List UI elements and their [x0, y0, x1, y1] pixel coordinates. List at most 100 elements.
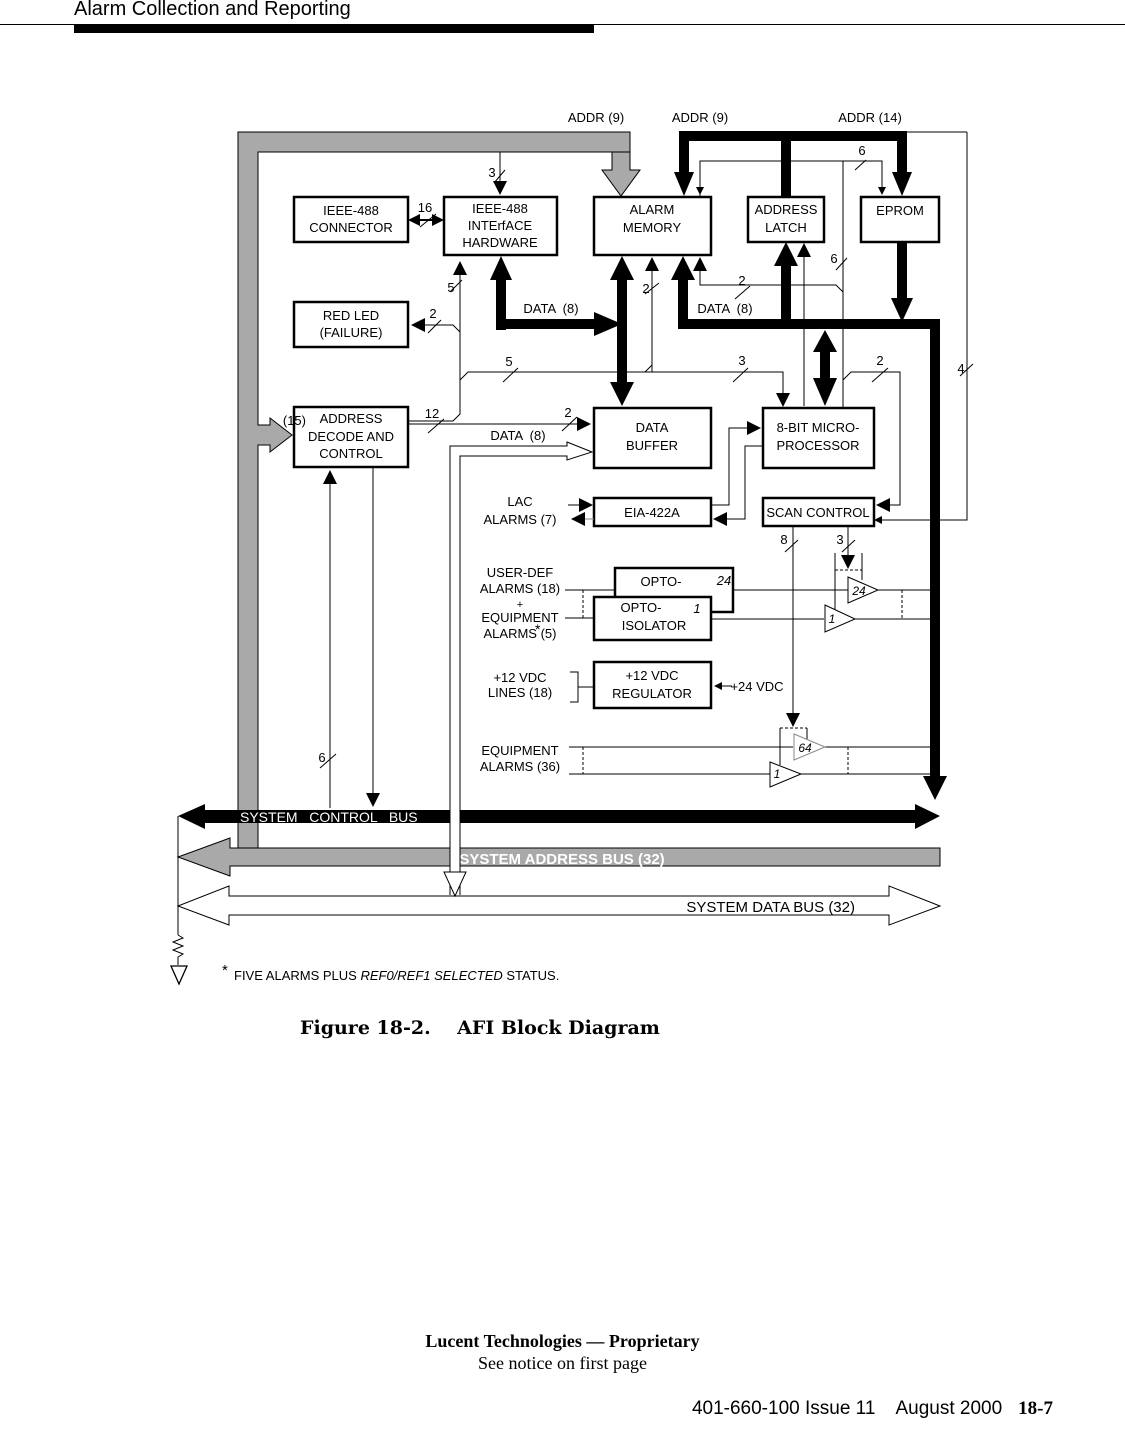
system-control-bus: SYSTEM CONTROL BUS	[178, 804, 940, 829]
footer-company: Lucent Technologies — Proprietary	[425, 1331, 700, 1351]
ground-resistor	[169, 816, 189, 986]
svg-text:8-BIT MICRO-: 8-BIT MICRO-	[777, 420, 860, 435]
svg-text:2: 2	[429, 306, 436, 321]
svg-text:EIA-422A: EIA-422A	[624, 505, 680, 520]
lines-18-label: LINES (18)	[488, 685, 552, 700]
page-number: 18-7	[1018, 1398, 1053, 1419]
svg-text:DATA (8): DATA (8)	[523, 301, 578, 316]
buffer-64: 64	[793, 733, 827, 761]
svg-text:DATA (8): DATA (8)	[490, 428, 545, 443]
user-def-alarms-label: ALARMS (18)	[480, 581, 560, 596]
svg-text:6: 6	[318, 750, 325, 765]
block-scan-control: SCAN CONTROL	[761, 496, 876, 528]
svg-text:2: 2	[738, 273, 745, 288]
footer-doc-info: 401-660-100 Issue 11 August 2000 18-7	[692, 1398, 1053, 1420]
svg-text:ADDRESS: ADDRESS	[755, 202, 818, 217]
ieee-connector-link: 16	[408, 200, 444, 228]
svg-text:2: 2	[876, 353, 883, 368]
system-data-bus: SYSTEM DATA BUS (32)	[176, 885, 942, 926]
equipment-alarms-5-label: ALARMS (5)	[484, 626, 557, 641]
decode-bus-wires: 6	[318, 467, 380, 808]
svg-text:24: 24	[851, 584, 866, 598]
svg-text:DATA: DATA	[636, 420, 669, 435]
svg-text:CONNECTOR: CONNECTOR	[309, 220, 393, 235]
block-ieee-interface: IEEE-488 INTErfACE HARDWARE	[442, 195, 559, 257]
svg-text:2: 2	[564, 405, 571, 420]
svg-text:OPTO-: OPTO-	[621, 600, 662, 615]
svg-text:24: 24	[716, 573, 731, 588]
svg-text:(FAILURE): (FAILURE)	[320, 325, 383, 340]
svg-text:OPTO-: OPTO-	[641, 574, 682, 589]
afi-block-diagram: SYSTEM ADDRESS BUS (32) SYSTEM CONTROL B…	[169, 110, 974, 986]
block-eia422a: EIA-422A	[592, 496, 713, 528]
data-bus-memory-buffer: 2	[610, 256, 660, 406]
system-control-bus-label: SYSTEM CONTROL BUS	[240, 809, 418, 825]
lac-alarms-label: ALARMS (7)	[484, 512, 557, 527]
addr9-label-a: ADDR (9)	[568, 110, 624, 125]
svg-text:EPROM: EPROM	[876, 203, 924, 218]
addr-bus-black	[674, 131, 912, 197]
svg-text:ALARM: ALARM	[630, 202, 675, 217]
processor-bus-link	[813, 330, 837, 406]
block-microprocessor: 8-BIT MICRO- PROCESSOR	[761, 406, 876, 470]
system-address-bus: SYSTEM ADDRESS BUS (32)	[176, 837, 941, 877]
svg-text:+12 VDC: +12 VDC	[625, 668, 678, 683]
block-alarm-memory: ALARM MEMORY	[592, 195, 713, 257]
svg-text:1: 1	[774, 767, 781, 781]
svg-text:FIVE ALARMS PLUS REF0/REF1 SEL: FIVE ALARMS PLUS REF0/REF1 SELECTED STAT…	[234, 968, 559, 983]
svg-text:DECODE AND: DECODE AND	[308, 429, 394, 444]
block-address-decode: ADDRESS DECODE AND CONTROL	[292, 405, 410, 469]
equipment-alarms-label: EQUIPMENT	[481, 743, 558, 758]
lac-label: LAC	[507, 494, 532, 509]
block-address-latch: ADDRESS LATCH	[746, 195, 826, 244]
bits-ieee-top: 3	[488, 165, 495, 180]
block-ieee-connector: IEEE-488 CONNECTOR	[292, 195, 410, 244]
doc-info: 401-660-100 Issue 11 August 2000	[691, 1398, 1003, 1419]
user-def-label: USER-DEF	[487, 565, 554, 580]
svg-text:1: 1	[693, 601, 700, 616]
svg-text:*: *	[222, 962, 228, 979]
addr9-label-b: ADDR (9)	[672, 110, 728, 125]
equipment-alarm-lines	[569, 746, 930, 775]
block-opto-isolator-1: OPTO- ISOLATOR 1	[592, 595, 713, 642]
svg-text:PROCESSOR: PROCESSOR	[776, 438, 859, 453]
scan-outputs: 8 3	[779, 526, 863, 765]
svg-text:ADDRESS: ADDRESS	[320, 411, 383, 426]
addr14-label: ADDR (14)	[838, 110, 902, 125]
svg-text:3: 3	[738, 353, 745, 368]
svg-text:IEEE-488: IEEE-488	[472, 201, 528, 216]
svg-text:INTErfACE: INTErfACE	[468, 218, 533, 233]
svg-text:12: 12	[425, 406, 439, 421]
asterisk-note-marker: *	[535, 621, 541, 637]
svg-text:REGULATOR: REGULATOR	[612, 686, 692, 701]
buffer-1a: 1	[824, 604, 857, 633]
svg-text:5: 5	[447, 280, 454, 295]
svg-text:(15): (15)	[283, 413, 306, 428]
svg-text:RED LED: RED LED	[323, 308, 379, 323]
svg-text:64: 64	[798, 741, 812, 755]
svg-text:4: 4	[957, 361, 964, 376]
svg-text:16: 16	[418, 200, 432, 215]
buffer-1b: 1	[769, 761, 803, 788]
svg-text:HARDWARE: HARDWARE	[462, 235, 538, 250]
svg-text:5: 5	[505, 354, 512, 369]
system-data-bus-label: SYSTEM DATA BUS (32)	[686, 899, 855, 916]
block-regulator: +12 VDC REGULATOR	[592, 660, 713, 710]
svg-text:1: 1	[829, 612, 836, 626]
bits-latch-6: 6	[858, 143, 865, 158]
svg-text:SCAN CONTROL: SCAN CONTROL	[766, 505, 869, 520]
equipment-alarms-36-label: ALARMS (36)	[480, 759, 560, 774]
svg-text:DATA (8): DATA (8)	[697, 301, 752, 316]
svg-text:CONTROL: CONTROL	[319, 446, 383, 461]
data-bus-ieee: DATA (8)	[490, 256, 622, 336]
svg-text:+24 VDC: +24 VDC	[730, 679, 783, 694]
figure-caption: Figure 18-2. AFI Block Diagram	[300, 1017, 660, 1039]
block-data-buffer: DATA BUFFER	[592, 406, 713, 470]
block-eprom: EPROM	[859, 195, 941, 244]
svg-text:ISOLATOR: ISOLATOR	[622, 618, 687, 633]
svg-text:IEEE-488: IEEE-488	[323, 203, 379, 218]
svg-text:8: 8	[780, 532, 787, 547]
bits-eprom-6: 6	[830, 251, 837, 266]
buffer-24: 24	[847, 576, 880, 604]
svg-text:2: 2	[642, 281, 649, 296]
